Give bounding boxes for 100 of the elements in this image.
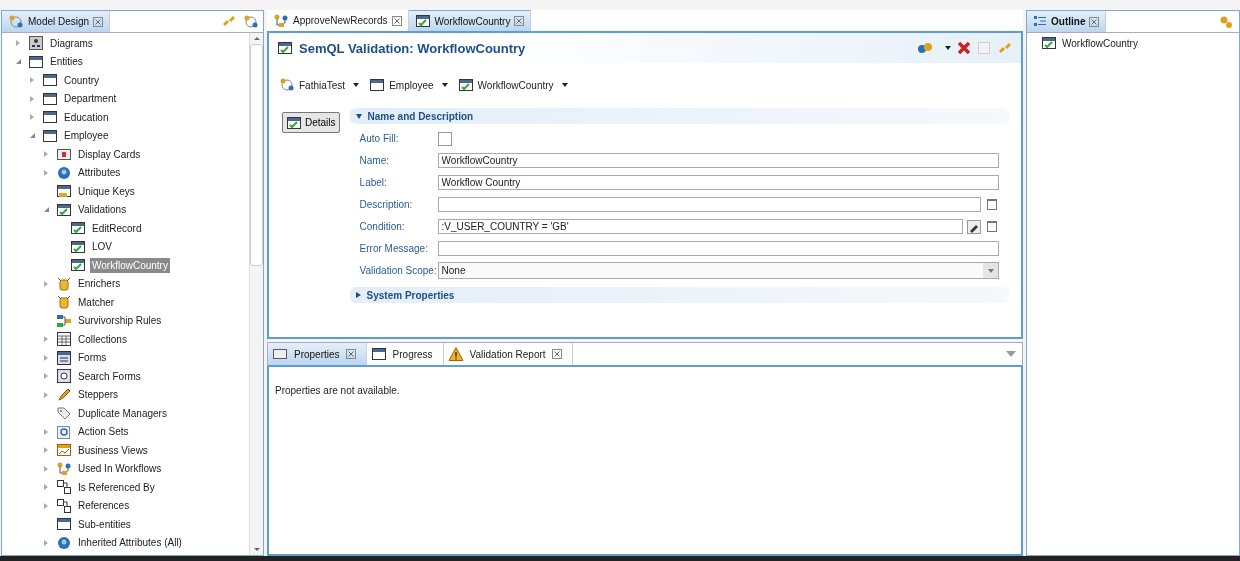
tree-item[interactable]: Attributes — [76, 165, 123, 181]
circle-icon — [56, 534, 72, 551]
tree-item[interactable]: LOV — [90, 239, 114, 255]
open-editor-icon[interactable] — [987, 221, 997, 232]
workflow-icon — [273, 12, 289, 29]
scrollbar[interactable] — [249, 33, 263, 555]
link-icon[interactable] — [997, 40, 1013, 56]
section-title[interactable]: System Properties — [366, 289, 455, 301]
tree-item[interactable]: Search Forms — [76, 368, 143, 384]
checked-window-icon — [70, 257, 86, 274]
tree-item[interactable]: Department — [62, 91, 119, 107]
panel-icon — [272, 346, 288, 362]
tree-item[interactable]: EditRecord — [90, 220, 144, 236]
view-tab[interactable]: Properties — [268, 343, 367, 365]
window-icon — [28, 53, 44, 70]
tree-item[interactable]: Collections — [76, 331, 129, 347]
model-icon — [279, 77, 295, 93]
text-field[interactable]: WorkflowCountry — [437, 153, 999, 168]
tree-item[interactable]: Display Cards — [76, 146, 143, 162]
tree-item[interactable]: Sub-entities — [76, 516, 133, 532]
window-icon — [369, 77, 386, 93]
breadcrumb-item[interactable]: FathiaTest — [299, 79, 346, 91]
tag-icon — [56, 405, 72, 422]
field-label: Condition: — [359, 221, 406, 232]
expanded-twisty-icon[interactable] — [16, 59, 21, 65]
tree-item[interactable]: Forms — [76, 350, 109, 366]
checked-window-icon — [457, 77, 474, 93]
tree-item[interactable]: Survivorship Rules — [76, 313, 164, 329]
breadcrumb-item[interactable]: WorkflowCountry — [477, 79, 554, 91]
tree-item[interactable]: Used In Workflows — [76, 461, 164, 477]
linked-squares-icon — [56, 497, 72, 514]
tree-item[interactable]: Business Views — [76, 442, 150, 458]
caret-icon[interactable] — [561, 83, 568, 87]
tree-item[interactable]: Duplicate Managers — [76, 405, 169, 421]
blocks-icon — [56, 312, 72, 329]
close-icon[interactable] — [551, 349, 562, 359]
model-icon — [8, 13, 24, 30]
expanded-twisty-icon[interactable] — [355, 113, 362, 119]
caret-icon[interactable] — [945, 46, 951, 50]
circle-icon — [56, 164, 72, 181]
close-icon[interactable] — [391, 15, 402, 26]
close-icon[interactable] — [1089, 16, 1100, 27]
pencil-icon — [56, 386, 72, 403]
caret-icon[interactable] — [441, 83, 448, 87]
text-field[interactable]: Workflow Country — [437, 175, 999, 190]
section-title[interactable]: Name and Description — [367, 110, 474, 122]
field-label: Name: — [359, 155, 391, 166]
field-label: Label: — [359, 177, 388, 188]
window-icon — [370, 346, 387, 362]
details-button[interactable]: Details — [282, 112, 340, 133]
chart-box-icon — [56, 442, 72, 459]
grid-icon — [56, 331, 72, 348]
tree-item[interactable]: Diagrams — [48, 35, 95, 51]
window-icon — [42, 72, 58, 89]
status-message: Properties are not available. — [275, 385, 400, 396]
text-field[interactable] — [437, 241, 999, 256]
tree-item[interactable]: Country — [62, 72, 101, 88]
expanded-twisty-icon[interactable] — [44, 207, 49, 213]
delete-icon[interactable] — [957, 41, 971, 55]
tree-item[interactable]: Employee — [62, 128, 111, 144]
field-label: Description: — [359, 199, 414, 210]
breadcrumb-item[interactable]: Employee — [389, 79, 434, 91]
tree-item[interactable]: Inherited Attributes (All) — [76, 535, 184, 551]
field-label: Auto Fill: — [359, 133, 400, 144]
text-field[interactable] — [437, 197, 981, 212]
edit-icon[interactable] — [967, 219, 981, 234]
close-icon[interactable] — [514, 16, 525, 26]
outline-item[interactable]: WorkflowCountry — [1062, 37, 1138, 49]
tree-item[interactable]: Education — [62, 109, 111, 125]
close-icon[interactable] — [93, 16, 104, 27]
tree-item[interactable]: Validations — [76, 202, 129, 218]
window-icon — [42, 90, 58, 107]
caret-icon[interactable] — [353, 83, 360, 87]
tree-item[interactable]: Unique Keys — [76, 183, 137, 199]
tree-item[interactable]: Is Referenced By — [76, 479, 157, 495]
tree-item[interactable]: Matcher — [76, 294, 117, 310]
close-icon[interactable] — [345, 349, 356, 359]
checked-window-icon — [70, 220, 86, 237]
view-menu-icon[interactable] — [1006, 351, 1016, 357]
tree-item[interactable]: References — [76, 498, 132, 514]
workflow-icon — [56, 460, 72, 477]
editor-tab[interactable]: WorkflowCountry — [408, 10, 532, 31]
checked-window-icon — [1041, 35, 1057, 51]
scope-dropdown[interactable]: None — [437, 262, 999, 279]
window-icon — [42, 109, 58, 126]
search-form-icon — [56, 368, 72, 385]
tree-item[interactable]: Enrichers — [76, 276, 123, 292]
open-editor-icon[interactable] — [987, 199, 997, 210]
expression-field[interactable]: :V_USER_COUNTRY = 'GB' — [437, 219, 963, 234]
collapsed-twisty-icon[interactable] — [355, 292, 361, 298]
tree-item[interactable]: Entities — [48, 54, 85, 70]
expanded-twisty-icon[interactable] — [30, 133, 35, 139]
checked-window-icon — [70, 238, 86, 255]
field-label: Error Message: — [359, 243, 429, 254]
checked-window-icon — [277, 40, 293, 56]
window-icon — [56, 516, 72, 533]
checkbox[interactable] — [437, 131, 452, 146]
tree-item[interactable]: Steppers — [76, 387, 121, 403]
tree-item[interactable]: Action Sets — [76, 424, 131, 440]
checked-window-icon — [414, 13, 431, 29]
